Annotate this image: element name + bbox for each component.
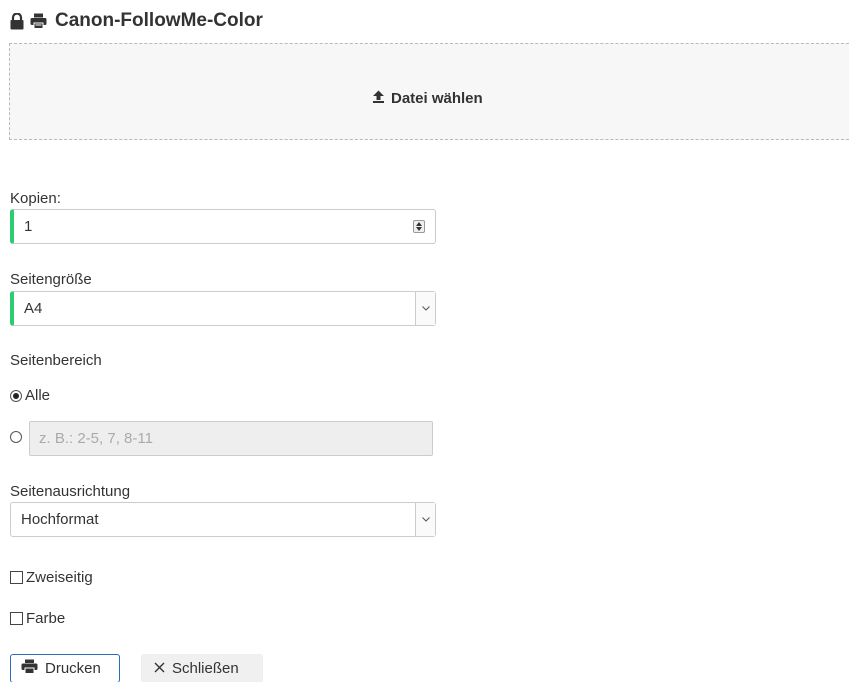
printer-icon: [30, 13, 47, 29]
duplex-checkbox[interactable]: [10, 571, 23, 584]
orientation-value: Hochformat: [21, 511, 99, 528]
copies-stepper-icon[interactable]: [413, 220, 425, 233]
color-checkbox[interactable]: [10, 612, 23, 625]
color-label: Farbe: [26, 610, 66, 627]
copies-label: Kopien:: [10, 190, 61, 207]
copies-value: 1: [24, 218, 33, 235]
print-dialog: Canon-FollowMe-Color Datei wählen Kopien…: [0, 0, 849, 682]
page-size-label: Seitengröße: [10, 271, 92, 288]
duplex-label: Zweiseitig: [26, 569, 93, 586]
page-range-all-radio[interactable]: [10, 389, 22, 402]
close-button-label: Schließen: [172, 660, 239, 677]
chevron-down-icon[interactable]: [415, 503, 435, 536]
page-range-all-label: Alle: [25, 387, 51, 404]
close-button[interactable]: Schließen: [141, 654, 263, 682]
close-icon: [154, 660, 165, 677]
orientation-label: Seitenausrichtung: [10, 483, 131, 500]
page-range-custom-radio[interactable]: [10, 431, 22, 443]
upload-icon: [372, 90, 385, 107]
printer-icon: [21, 659, 38, 678]
print-button[interactable]: Drucken: [10, 654, 120, 682]
orientation-select[interactable]: Hochformat: [10, 502, 436, 537]
printer-title: Canon-FollowMe-Color: [55, 10, 263, 31]
page-range-custom-option[interactable]: [10, 431, 22, 443]
choose-file-button[interactable]: Datei wählen: [372, 90, 483, 107]
chevron-down-icon[interactable]: [415, 292, 435, 325]
choose-file-label: Datei wählen: [391, 90, 483, 107]
page-size-value: A4: [24, 300, 43, 317]
page-range-input[interactable]: [29, 421, 433, 456]
duplex-option[interactable]: Zweiseitig: [10, 569, 93, 586]
page-range-label: Seitenbereich: [10, 352, 102, 369]
dialog-header: Canon-FollowMe-Color: [10, 8, 263, 34]
copies-input[interactable]: 1: [10, 209, 436, 244]
page-range-all-option[interactable]: Alle: [10, 387, 50, 404]
color-option[interactable]: Farbe: [10, 610, 65, 627]
print-button-label: Drucken: [45, 660, 101, 677]
lock-icon: [10, 12, 24, 30]
page-size-select[interactable]: A4: [10, 291, 436, 326]
